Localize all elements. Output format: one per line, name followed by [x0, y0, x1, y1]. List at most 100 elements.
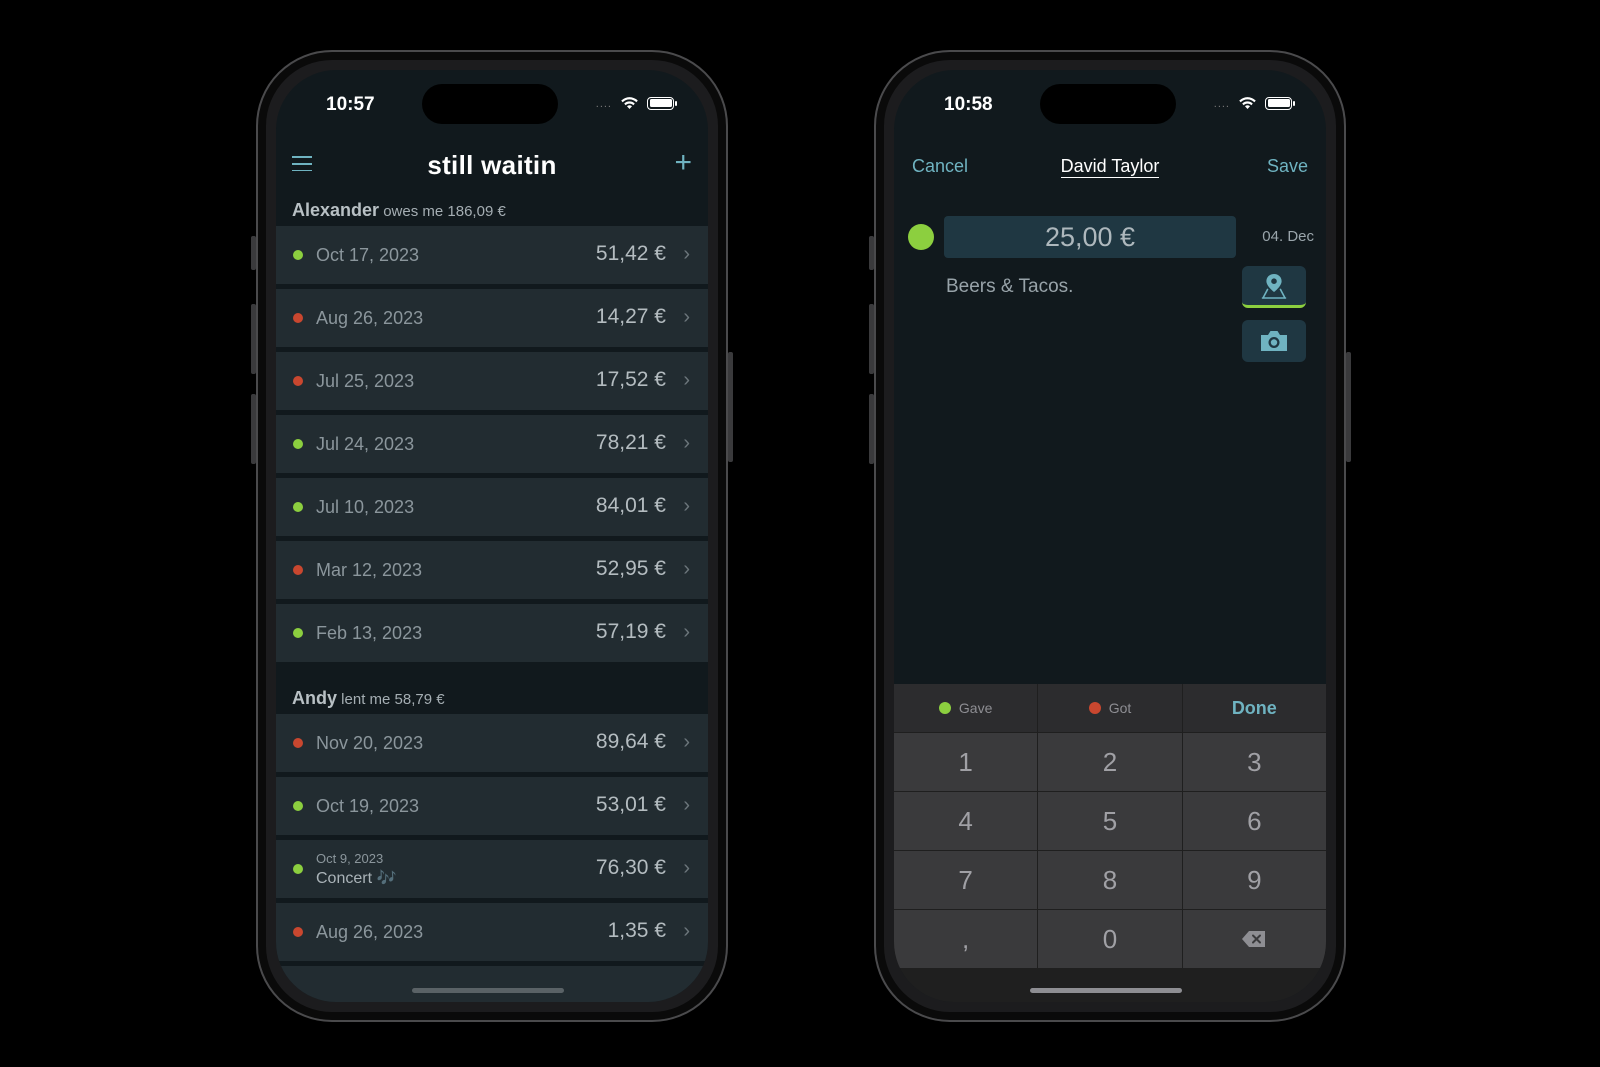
row-date: Mar 12, 2023: [316, 560, 423, 580]
status-dot-gave: [293, 864, 303, 874]
got-label: Got: [1108, 700, 1132, 716]
row-amount: 14,27 €: [595, 305, 666, 328]
debt-row[interactable]: Nov 20, 2023 89,64 € ›: [276, 714, 708, 772]
key-1[interactable]: 1: [894, 733, 1038, 791]
map-pin-icon: [1261, 273, 1287, 299]
numeric-keypad: Gave Got Done 1 2 3 4 5 6 7 8 9 , 0: [894, 684, 1326, 1002]
add-entry-button[interactable]: +: [674, 148, 692, 178]
done-button[interactable]: Done: [1183, 684, 1326, 732]
phone-frame-left: 10:57 .... still waitin + Alexander owes…: [251, 50, 733, 1022]
debt-row[interactable]: Aug 26, 2023 1,35 € ›: [276, 903, 708, 961]
camera-button[interactable]: [1242, 320, 1306, 362]
debt-row[interactable]: Aug 26, 2023 14,27 € ›: [276, 289, 708, 347]
row-amount: 57,19 €: [595, 620, 666, 643]
chevron-right-icon: ›: [683, 731, 690, 753]
key-8[interactable]: 8: [1038, 851, 1182, 909]
chevron-right-icon: ›: [683, 558, 690, 580]
volume-down-button: [869, 394, 874, 464]
chevron-right-icon: ›: [683, 794, 690, 816]
row-date: Oct 19, 2023: [316, 796, 420, 816]
row-date: Jul 24, 2023: [316, 434, 415, 454]
row-amount: 76,30 €: [595, 856, 666, 879]
amount-field[interactable]: 25,00 €: [944, 216, 1236, 258]
battery-icon: [647, 96, 677, 110]
action-button: [251, 236, 256, 270]
debt-row[interactable]: Feb 13, 2023 57,19 € ›: [276, 604, 708, 662]
power-button: [728, 352, 733, 462]
save-button[interactable]: Save: [1267, 156, 1308, 177]
home-indicator[interactable]: [412, 988, 564, 993]
status-icons: ....: [1213, 96, 1295, 110]
keypad-toolbar: Gave Got Done: [894, 684, 1326, 732]
debt-row[interactable]: Oct 17, 2023 51,42 € ›: [276, 226, 708, 284]
navigation-bar: still waitin +: [276, 138, 708, 194]
key-comma[interactable]: ,: [894, 910, 1038, 968]
contact-name-title[interactable]: David Taylor: [894, 156, 1326, 178]
volume-up-button: [251, 304, 256, 374]
chevron-right-icon: ›: [683, 243, 690, 265]
got-toggle[interactable]: Got: [1038, 684, 1183, 732]
row-amount: 84,01 €: [595, 494, 666, 517]
key-7[interactable]: 7: [894, 851, 1038, 909]
got-dot: [1088, 702, 1101, 714]
camera-icon: [1261, 331, 1287, 351]
location-button[interactable]: [1242, 266, 1306, 308]
backspace-key[interactable]: [1182, 910, 1326, 968]
chevron-right-icon: ›: [683, 306, 690, 328]
row-amount: 89,64 €: [595, 730, 666, 753]
wifi-icon: [621, 97, 638, 109]
row-amount: 78,21 €: [595, 431, 666, 454]
backspace-icon: [1242, 931, 1266, 947]
status-time: 10:57: [326, 94, 375, 115]
power-button: [1346, 352, 1351, 462]
row-note: Concert 🎶: [316, 870, 397, 887]
key-9[interactable]: 9: [1182, 851, 1326, 909]
screen-debt-list: 10:57 .... still waitin + Alexander owes…: [276, 70, 708, 1002]
status-icons: ....: [595, 96, 677, 110]
chevron-right-icon: ›: [683, 920, 690, 942]
key-2[interactable]: 2: [1038, 733, 1182, 791]
dynamic-island: [422, 84, 558, 124]
section-header-andy: Andy lent me 58,79 €: [292, 688, 445, 709]
status-dot-gave: [293, 502, 303, 512]
chevron-right-icon: ›: [683, 495, 690, 517]
keypad-keys: 1 2 3 4 5 6 7 8 9 , 0: [894, 733, 1326, 968]
wifi-icon: [1239, 97, 1256, 109]
row-date: Oct 9, 2023: [316, 851, 384, 866]
signal-dots: ....: [595, 98, 612, 110]
row-amount: 52,95 €: [595, 557, 666, 580]
status-dot-gave: [293, 628, 303, 638]
volume-down-button: [251, 394, 256, 464]
debt-row[interactable]: Jul 25, 2023 17,52 € ›: [276, 352, 708, 410]
status-time: 10:58: [944, 94, 993, 115]
row-amount: 53,01 €: [595, 793, 666, 816]
debt-row[interactable]: Mar 12, 2023 52,95 € ›: [276, 541, 708, 599]
gave-toggle[interactable]: Gave: [894, 684, 1039, 732]
app-title: still waitin: [427, 150, 557, 180]
entry-date[interactable]: 04. Dec: [1262, 228, 1314, 245]
key-0[interactable]: 0: [1038, 910, 1182, 968]
phone-frame-right: 10:58 .... Cancel David Taylor Save 25,0…: [869, 50, 1351, 1022]
row-date: Aug 26, 2023: [316, 922, 424, 942]
action-button: [869, 236, 874, 270]
debt-row[interactable]: Jul 24, 2023 78,21 € ›: [276, 415, 708, 473]
contact-name-label: David Taylor: [1060, 156, 1160, 178]
key-6[interactable]: 6: [1182, 792, 1326, 850]
entry-status-dot[interactable]: [908, 224, 934, 250]
note-field[interactable]: Beers & Tacos.: [946, 276, 1073, 298]
debt-row[interactable]: Oct 9, 2023 Concert 🎶 76,30 € ›: [276, 840, 708, 898]
debt-row-partial[interactable]: [276, 966, 708, 1002]
debt-row[interactable]: Jul 10, 2023 84,01 € ›: [276, 478, 708, 536]
row-date: Aug 26, 2023: [316, 308, 424, 328]
signal-dots: ....: [1213, 98, 1230, 110]
key-4[interactable]: 4: [894, 792, 1038, 850]
debt-row[interactable]: Oct 19, 2023 53,01 € ›: [276, 777, 708, 835]
gave-label: Gave: [958, 700, 993, 716]
status-dot-gave: [293, 250, 303, 260]
home-indicator[interactable]: [1030, 988, 1182, 993]
key-5[interactable]: 5: [1038, 792, 1182, 850]
gave-dot: [938, 702, 951, 714]
key-3[interactable]: 3: [1182, 733, 1326, 791]
chevron-right-icon: ›: [683, 857, 690, 879]
person-name: Alexander: [292, 200, 380, 220]
